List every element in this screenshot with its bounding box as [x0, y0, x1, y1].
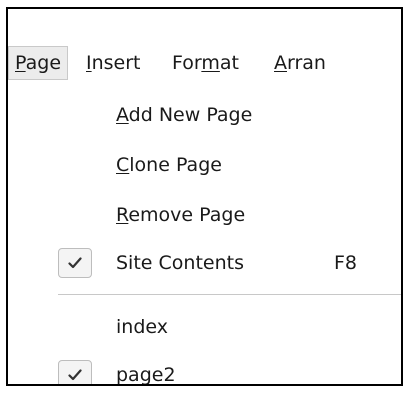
- menu-page-label: age: [25, 52, 62, 74]
- menu-item-page-page2[interactable]: page2: [38, 353, 401, 386]
- remove-page-accel: R: [116, 204, 129, 226]
- site-contents-label: Site Contents: [116, 252, 244, 274]
- menu-item-remove-page[interactable]: Remove Page: [38, 193, 401, 237]
- site-contents-check: [58, 248, 92, 278]
- menu-bar: Page Insert Format Arran: [8, 39, 401, 87]
- clone-page-label: Clone Page: [116, 151, 222, 179]
- menu-page[interactable]: Page: [8, 46, 69, 80]
- add-new-page-accel: A: [116, 104, 129, 126]
- menu-screenshot-frame: Page Insert Format Arran Add New Page Cl…: [6, 7, 403, 386]
- menu-item-clone-page[interactable]: Clone Page: [38, 143, 401, 187]
- menu-page-accel: P: [15, 52, 26, 74]
- menu-item-page-index[interactable]: index: [38, 305, 401, 349]
- remove-page-label: Remove Page: [116, 201, 245, 229]
- menu-format-label-pre: For: [172, 52, 202, 74]
- menu-item-site-contents[interactable]: Site Contents F8: [38, 241, 401, 285]
- menu-format-label-post: at: [219, 52, 239, 74]
- page-index-label: index: [116, 316, 168, 338]
- remove-page-text: emove Page: [128, 204, 246, 226]
- menu-arrange-label: rran: [287, 52, 326, 74]
- add-new-page-text: dd New Page: [128, 104, 253, 126]
- menu-format[interactable]: Format: [172, 47, 239, 79]
- menu-arrange[interactable]: Arran: [274, 47, 326, 79]
- menu-format-accel: m: [201, 52, 220, 74]
- menu-separator: [58, 294, 401, 295]
- clone-page-text: lone Page: [129, 154, 222, 176]
- menu-insert-label: nsert: [91, 52, 141, 74]
- menu-arrange-accel: A: [274, 52, 287, 74]
- add-new-page-label: Add New Page: [116, 101, 252, 129]
- page2-label: page2: [116, 364, 176, 386]
- site-contents-shortcut: F8: [334, 252, 358, 274]
- menu-insert[interactable]: Insert: [86, 47, 141, 79]
- menu-item-add-new-page[interactable]: Add New Page: [38, 93, 401, 137]
- checkmark-icon: [68, 369, 82, 381]
- checkmark-icon: [68, 257, 82, 269]
- page2-check: [58, 360, 92, 384]
- clone-page-accel: C: [116, 154, 130, 176]
- page-menu-dropdown: Add New Page Clone Page Remove Page Site…: [38, 87, 401, 386]
